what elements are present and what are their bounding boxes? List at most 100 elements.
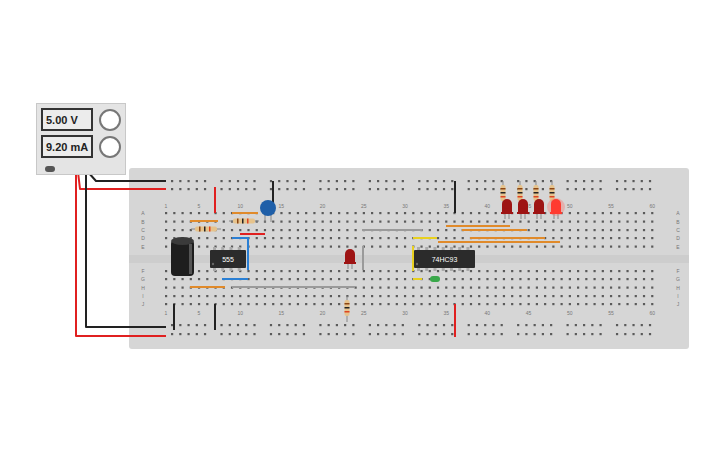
wire[interactable] <box>454 181 456 213</box>
column-number: 1515 <box>279 203 285 316</box>
wire[interactable] <box>214 304 216 330</box>
column-number: 2525 <box>361 203 367 316</box>
resistor[interactable] <box>229 219 259 224</box>
wire[interactable] <box>462 229 527 231</box>
power-switch[interactable] <box>45 166 55 172</box>
wire[interactable] <box>214 187 216 213</box>
ic-chip[interactable]: 555 <box>210 247 246 271</box>
column-number: 3030 <box>402 203 408 316</box>
wire[interactable] <box>362 246 364 270</box>
svg-text:E: E <box>141 244 145 250</box>
svg-text:55: 55 <box>608 203 614 209</box>
ic-chip[interactable]: 74HC93 <box>414 247 475 271</box>
svg-text:B: B <box>141 219 145 225</box>
led[interactable] <box>344 249 356 269</box>
svg-text:C: C <box>141 227 145 233</box>
column-number: 55 55 <box>608 203 614 316</box>
svg-text:F: F <box>676 268 679 274</box>
terminal-holes <box>165 212 653 305</box>
svg-text:15: 15 <box>279 310 285 316</box>
wire[interactable] <box>412 246 414 271</box>
svg-text:B: B <box>676 219 680 225</box>
svg-text:1: 1 <box>165 310 168 316</box>
svg-text:50: 50 <box>567 203 573 209</box>
wire[interactable] <box>454 304 456 337</box>
led[interactable] <box>533 199 545 219</box>
resistor[interactable] <box>345 296 350 322</box>
svg-text:D: D <box>141 235 145 241</box>
wire[interactable] <box>362 229 422 231</box>
wire[interactable] <box>272 181 274 204</box>
wire[interactable] <box>240 233 265 235</box>
column-number: 60 60 <box>649 203 655 316</box>
wire[interactable] <box>222 278 248 280</box>
svg-text:C: C <box>676 227 680 233</box>
led[interactable] <box>501 199 513 219</box>
wire[interactable] <box>86 172 166 327</box>
row-letter: AA <box>141 210 680 216</box>
svg-text:40: 40 <box>485 203 491 209</box>
svg-text:55: 55 <box>608 310 614 316</box>
row-letter: JJ <box>142 301 680 307</box>
column-number: 40 40 <box>485 203 491 316</box>
voltage-knob[interactable] <box>99 109 121 131</box>
row-letter: DD <box>141 235 680 241</box>
svg-text:10: 10 <box>237 310 243 316</box>
ceramic-capacitor[interactable] <box>260 200 276 222</box>
wire[interactable] <box>232 212 258 214</box>
jumper[interactable] <box>430 276 440 282</box>
svg-text:20: 20 <box>320 310 326 316</box>
svg-text:74HC93: 74HC93 <box>432 256 458 263</box>
svg-text:G: G <box>141 276 145 282</box>
svg-text:J: J <box>142 301 145 307</box>
svg-text:J: J <box>677 301 680 307</box>
svg-text:A: A <box>676 210 680 216</box>
row-letter: EE <box>141 244 680 250</box>
svg-text:5: 5 <box>198 203 201 209</box>
svg-text:60: 60 <box>649 203 655 209</box>
svg-text:10: 10 <box>237 203 243 209</box>
svg-text:60: 60 <box>649 310 655 316</box>
svg-text:50: 50 <box>567 310 573 316</box>
svg-text:F: F <box>141 268 144 274</box>
wire[interactable] <box>446 225 510 227</box>
svg-text:40: 40 <box>485 310 491 316</box>
column-number: 50 50 <box>567 203 573 316</box>
svg-text:15: 15 <box>279 203 285 209</box>
svg-text:1: 1 <box>165 203 168 209</box>
wire[interactable] <box>190 286 225 288</box>
svg-text:E: E <box>676 244 680 250</box>
led[interactable] <box>547 198 565 219</box>
row-letter: CC <box>141 227 680 233</box>
breadboard-diagram: 1155101015152020252530303535404045455050… <box>0 0 725 453</box>
wire[interactable] <box>173 304 175 330</box>
svg-text:555: 555 <box>222 256 234 263</box>
power-supply[interactable]: 5.00 V9.20 mA <box>36 103 126 175</box>
row-letter: HH <box>141 285 680 291</box>
rail-holes <box>171 180 651 335</box>
wire[interactable] <box>438 241 560 243</box>
row-letter: GG <box>141 276 680 282</box>
wire[interactable] <box>470 237 545 239</box>
svg-text:20: 20 <box>320 203 326 209</box>
circuit-canvas: 1155101015152020252530303535404045455050… <box>0 0 725 453</box>
column-number: 11 <box>165 203 168 316</box>
voltage-display: 5.00 V <box>41 108 93 131</box>
row-letter: BB <box>141 219 680 225</box>
wire[interactable] <box>413 278 422 280</box>
wire[interactable] <box>76 172 166 336</box>
svg-text:45: 45 <box>526 310 532 316</box>
svg-text:D: D <box>676 235 680 241</box>
led[interactable] <box>517 199 529 219</box>
wire[interactable] <box>232 286 355 288</box>
column-number: 2020 <box>320 203 326 316</box>
svg-text:35: 35 <box>443 310 449 316</box>
wire[interactable] <box>190 220 218 222</box>
resistor[interactable] <box>191 227 221 232</box>
svg-text:A: A <box>141 210 145 216</box>
electrolytic-capacitor[interactable] <box>171 237 194 276</box>
breadboard <box>129 168 689 349</box>
svg-text:5: 5 <box>198 310 201 316</box>
current-knob[interactable] <box>99 136 121 158</box>
wire[interactable] <box>413 237 437 239</box>
